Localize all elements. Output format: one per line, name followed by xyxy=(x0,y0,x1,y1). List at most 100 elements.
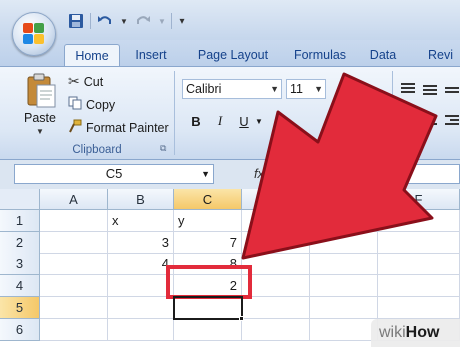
divider xyxy=(90,13,91,29)
cell-b6[interactable] xyxy=(108,319,174,341)
chevron-down-icon[interactable]: ▼ xyxy=(270,80,279,98)
cell-a1[interactable] xyxy=(40,210,108,232)
tab-data[interactable]: Data xyxy=(366,44,400,66)
watermark-wiki: wiki xyxy=(379,324,406,341)
cell-b1[interactable]: x xyxy=(108,210,174,232)
formula-input[interactable] xyxy=(274,164,460,184)
active-cell-c5[interactable] xyxy=(173,296,243,320)
italic-button[interactable]: I xyxy=(210,111,230,131)
shrink-font-label: A xyxy=(362,82,371,96)
undo-icon[interactable] xyxy=(95,11,115,31)
cell-e2[interactable] xyxy=(310,232,378,254)
chevron-down-icon[interactable]: ▼ xyxy=(254,111,264,131)
cut-button[interactable]: ✂ Cut xyxy=(68,73,103,90)
cell-b5[interactable] xyxy=(108,297,174,319)
cell-e6[interactable] xyxy=(310,319,378,341)
excel-window: ▼ ▼ ▾ Home Insert Page Layout Formulas D… xyxy=(0,0,460,347)
redo-icon[interactable] xyxy=(133,11,153,31)
cell-c1[interactable]: y xyxy=(174,210,242,232)
cell-d6[interactable] xyxy=(242,319,310,341)
copy-button[interactable]: Copy xyxy=(68,96,115,113)
column-header-b[interactable]: B xyxy=(108,189,174,210)
cell-b3[interactable]: 4 xyxy=(108,253,174,275)
title-bar: ▼ ▼ ▾ xyxy=(0,0,460,40)
tab-formulas[interactable]: Formulas xyxy=(288,44,352,66)
select-all-corner[interactable] xyxy=(0,189,40,210)
paintbrush-icon xyxy=(68,119,82,136)
cell-d2[interactable] xyxy=(242,232,310,254)
cell-e1[interactable] xyxy=(310,210,378,232)
cell-f5[interactable] xyxy=(378,297,460,319)
cell-b2[interactable]: 3 xyxy=(108,232,174,254)
save-icon[interactable] xyxy=(66,11,86,31)
column-header-e[interactable]: E xyxy=(310,189,378,210)
wikihow-watermark: wikiHow xyxy=(371,319,460,347)
column-header-c[interactable]: C xyxy=(174,189,242,210)
cell-f2[interactable] xyxy=(378,232,460,254)
column-header-f[interactable]: F xyxy=(378,189,460,210)
row-header-6[interactable]: 6 xyxy=(0,319,40,341)
format-painter-button[interactable]: Format Painter xyxy=(68,119,169,136)
align-middle-icon[interactable] xyxy=(420,79,440,99)
cell-f4[interactable] xyxy=(378,275,460,297)
cell-b4[interactable] xyxy=(108,275,174,297)
cell-a6[interactable] xyxy=(40,319,108,341)
chevron-down-icon[interactable]: ▼ xyxy=(157,11,167,31)
bold-button[interactable]: B xyxy=(186,111,206,131)
red-highlight-box xyxy=(166,265,252,299)
row-header-4[interactable]: 4 xyxy=(0,275,40,297)
cell-c2[interactable]: 7 xyxy=(174,232,242,254)
text-left-icon[interactable] xyxy=(398,111,418,131)
font-name-value: Calibri xyxy=(186,82,222,96)
tab-home[interactable]: Home xyxy=(64,44,120,66)
grow-font-button[interactable]: A ▲ xyxy=(336,79,356,99)
chevron-down-icon[interactable]: ▼ xyxy=(314,80,323,98)
clipboard-group-label: Clipboard xyxy=(72,144,122,156)
cell-f1[interactable] xyxy=(378,210,460,232)
cell-a4[interactable] xyxy=(40,275,108,297)
cell-a3[interactable] xyxy=(40,253,108,275)
chevron-down-icon[interactable]: ▼ xyxy=(119,11,129,31)
cell-d4[interactable] xyxy=(242,275,310,297)
cell-d1[interactable] xyxy=(242,210,310,232)
row-header-3[interactable]: 3 xyxy=(0,253,40,275)
cell-e5[interactable] xyxy=(310,297,378,319)
paste-button[interactable] xyxy=(20,73,62,111)
column-header-d[interactable]: D xyxy=(242,189,310,210)
font-name-combo[interactable]: Calibri ▼ xyxy=(182,79,282,99)
cell-e3[interactable] xyxy=(310,253,378,275)
align-left-icon[interactable] xyxy=(398,79,418,99)
tab-review[interactable]: Revi xyxy=(428,44,460,66)
format-painter-label: Format Painter xyxy=(86,120,169,135)
chevron-down-icon[interactable]: ▼ xyxy=(201,165,210,183)
insert-function-button[interactable]: fx xyxy=(247,164,271,184)
tab-insert[interactable]: Insert xyxy=(126,44,176,66)
office-button[interactable] xyxy=(12,12,56,56)
cell-f3[interactable] xyxy=(378,253,460,275)
copy-label: Copy xyxy=(86,97,116,112)
cell-d3[interactable] xyxy=(242,253,310,275)
row-header-2[interactable]: 2 xyxy=(0,232,40,254)
cell-a2[interactable] xyxy=(40,232,108,254)
cell-e4[interactable] xyxy=(310,275,378,297)
fill-handle[interactable] xyxy=(239,316,244,321)
chevron-down-icon[interactable]: ▼ xyxy=(36,127,44,136)
paste-label[interactable]: Paste xyxy=(24,111,56,125)
text-center-icon[interactable] xyxy=(420,111,440,131)
text-right-icon[interactable] xyxy=(442,111,460,131)
cell-d5[interactable] xyxy=(242,297,310,319)
customize-qat-icon[interactable]: ▾ xyxy=(176,11,188,31)
align-bottom-icon[interactable] xyxy=(442,79,460,99)
row-header-5[interactable]: 5 xyxy=(0,297,40,319)
underline-button[interactable]: U xyxy=(234,111,254,131)
name-box[interactable]: C5 ▼ xyxy=(14,164,214,184)
cell-a5[interactable] xyxy=(40,297,108,319)
column-header-a[interactable]: A xyxy=(40,189,108,210)
cell-c6[interactable] xyxy=(174,319,242,341)
row-header-1[interactable]: 1 xyxy=(0,210,40,232)
shrink-font-button[interactable]: A ▼ xyxy=(360,79,380,99)
name-box-value: C5 xyxy=(105,166,123,181)
font-size-combo[interactable]: 11 ▼ xyxy=(286,79,326,99)
dialog-launcher-icon[interactable]: ⧉ xyxy=(160,143,166,154)
tab-page-layout[interactable]: Page Layout xyxy=(190,44,276,66)
